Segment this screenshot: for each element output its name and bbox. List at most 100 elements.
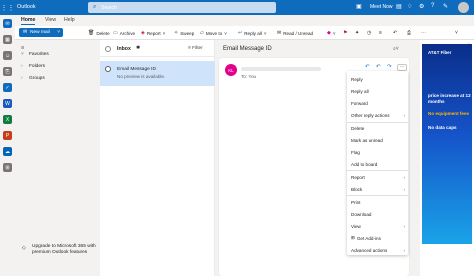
gear-icon[interactable]: ⚙ [419, 3, 424, 10]
menu-item-get-add-ins[interactable]: ⊞ Get Add-ins [351, 234, 406, 242]
menu-item-block[interactable]: Block › [351, 185, 406, 193]
menu-item-forward[interactable]: Forward [351, 99, 406, 107]
calendar-app-icon[interactable]: ▦ [3, 35, 12, 44]
meet-now-button[interactable]: Meet Now [370, 4, 393, 10]
tab-home[interactable]: Home [21, 17, 36, 25]
menu-item-print[interactable]: Print [351, 198, 406, 206]
menu-item-report[interactable]: Report › [351, 173, 406, 181]
menu-item-label: Forward [351, 100, 368, 106]
bell-icon[interactable]: ♢ [407, 3, 412, 10]
menu-item-advanced-actions[interactable]: Advanced actions › [351, 246, 406, 254]
menu-item-reply-all[interactable]: Reply all [351, 87, 406, 95]
read-unread-button[interactable]: ✉ Read / Unread [277, 29, 313, 37]
folder-groups[interactable]: › Groups [21, 76, 45, 81]
tab-view[interactable]: View [45, 17, 56, 23]
menu-item-label: Report [351, 174, 365, 180]
folder-folders[interactable]: › Folders [21, 64, 45, 69]
menu-item-flag[interactable]: Flag [351, 148, 406, 156]
menu-item-mark-unread[interactable]: Mark as unread [351, 136, 406, 144]
pin-button[interactable]: ✦ [355, 29, 361, 37]
chevron-right-icon: › [21, 64, 23, 69]
forward-icon[interactable]: ↷ [387, 64, 392, 70]
onedrive-app-icon[interactable]: ☁ [3, 147, 12, 156]
rules-button[interactable]: ≡ [379, 29, 384, 37]
sweep-button[interactable]: ✧ Sweep [174, 29, 194, 37]
tab-help[interactable]: Help [64, 17, 75, 23]
chevron-down-icon: ˅ [263, 30, 267, 36]
list-item[interactable]: Email Message ID No preview is available… [100, 61, 215, 86]
more-actions-button[interactable]: ⋯ [397, 64, 407, 71]
menu-item-view[interactable]: View › [351, 222, 406, 230]
more-options-button[interactable]: ⋯ [421, 29, 428, 37]
read-unread-label: Read / Unread [283, 30, 314, 36]
chevron-down-icon: ˅ [224, 30, 227, 36]
folder-favorites[interactable]: ˅ Favorites [21, 52, 49, 57]
feedback-icon[interactable]: ✎ [443, 3, 448, 10]
powerpoint-app-icon[interactable]: P [3, 131, 12, 140]
todo-app-icon[interactable]: ✓ [3, 83, 12, 92]
pin-icon: ✦ [355, 30, 360, 36]
move-to-label: Move to [205, 30, 223, 36]
sender-name-redacted [241, 67, 321, 71]
account-avatar[interactable] [458, 2, 469, 13]
app-title: Outlook [17, 4, 36, 10]
ad-banner[interactable]: AT&T Fiber price increase at 12 months N… [422, 44, 472, 244]
search-box[interactable]: ⌕ Search [88, 2, 276, 13]
undo-button[interactable]: ↶ [393, 29, 399, 37]
zoom-icon[interactable]: ⌕˅ [393, 46, 399, 52]
print-icon: ⎙ [407, 30, 412, 36]
report-button[interactable]: ◈ Report ˅ [141, 29, 165, 37]
avatar[interactable]: KL [225, 64, 237, 76]
message-preview: No preview is available. [117, 74, 166, 79]
mail-app-icon[interactable]: ✉ [3, 19, 12, 28]
people-app-icon[interactable]: ☺ [3, 51, 12, 60]
reply-all-icon[interactable]: ↶ [376, 64, 381, 70]
menu-item-label: View [351, 223, 361, 229]
more-apps-icon[interactable]: ⊞ [3, 163, 12, 172]
message-list: Inbox ✱ ≡ Filter Email Message ID No pre… [100, 40, 215, 276]
filter-button[interactable]: ≡ Filter [188, 46, 203, 51]
teams-icon[interactable]: ▣ [356, 3, 362, 10]
hamburger-icon[interactable]: ≡ [21, 45, 24, 51]
ad-panel: ✕ AT&T Fiber price increase at 12 months… [420, 40, 474, 276]
reply-all-button[interactable]: ↩ Reply all ˅ [238, 29, 267, 37]
menu-item-add-to-board[interactable]: Add to board [351, 160, 406, 168]
upgrade-banner[interactable]: ◇ Upgrade to Microsoft 365 with premium … [22, 244, 97, 256]
top-bar: ⋮⋮ Outlook ⌕ Search ▣ Meet Now ▤ ♢ ⚙ ? ✎ [0, 0, 474, 15]
move-to-button[interactable]: ▱ Move to ˅ [200, 29, 227, 37]
select-all-checkbox[interactable] [105, 46, 111, 52]
excel-app-icon[interactable]: X [3, 115, 12, 124]
collapse-ribbon-button[interactable]: ˅ [455, 29, 460, 37]
folder-pane: ≡ ˅ Favorites › Folders › Groups ◇ Upgrade … [15, 40, 100, 276]
menu-item-reply[interactable]: Reply [351, 75, 406, 83]
new-mail-button[interactable]: ✉ New mail ˅ [19, 28, 63, 37]
upgrade-text: Upgrade to Microsoft 365 with premium Ou… [32, 244, 96, 256]
menu-item-label: Delete [351, 125, 365, 131]
files-app-icon[interactable]: ⎘ [3, 67, 12, 76]
word-app-icon[interactable]: W [3, 99, 12, 108]
menu-item-delete[interactable]: Delete [351, 124, 406, 132]
favorite-star-icon[interactable]: ✱ [136, 46, 140, 51]
app-launcher-icon[interactable]: ⋮⋮ [1, 2, 15, 13]
tag-button[interactable]: ◆ ˅ [327, 29, 336, 37]
filter-label: Filter [192, 46, 203, 51]
print-button[interactable]: ⎙ [407, 29, 413, 37]
notes-icon[interactable]: ▤ [396, 3, 402, 10]
app-rail: ✉ ▦ ☺ ⎘ ✓ W X P ☁ ⊞ [0, 15, 15, 276]
delete-button[interactable]: 🗑 Delete [88, 29, 110, 37]
menu-item-download[interactable]: Download [351, 210, 406, 218]
menu-item-label: Print [351, 199, 361, 205]
diamond-icon: ◇ [22, 245, 26, 251]
menu-item-other-reply-actions[interactable]: Other reply actions › [351, 111, 406, 119]
snooze-button[interactable]: ◷ [367, 29, 373, 37]
archive-button[interactable]: ▭ Archive [113, 29, 135, 37]
ad-brand: AT&T Fiber [428, 50, 452, 55]
select-message-checkbox[interactable] [105, 66, 111, 72]
reply-icon[interactable]: ↶ [365, 64, 370, 70]
menu-item-label: Reply [351, 76, 363, 82]
flag-button[interactable]: ⚑ [343, 29, 349, 37]
delete-label: Delete [96, 30, 110, 36]
message-actions-menu: Reply Reply all Forward Other reply acti… [347, 71, 408, 255]
archive-label: Archive [119, 30, 136, 36]
help-icon[interactable]: ? [431, 3, 434, 9]
